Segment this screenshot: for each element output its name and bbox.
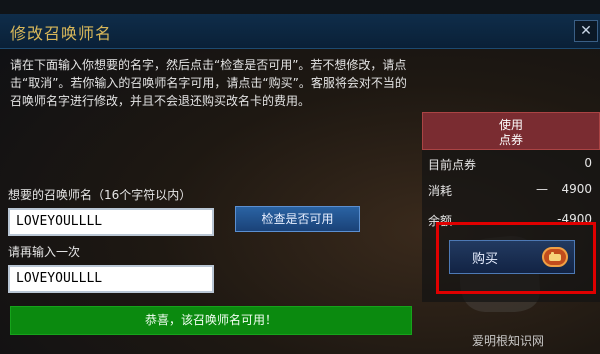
row-value: 4900 — [561, 182, 592, 196]
header-line-2: 点券 — [498, 133, 523, 147]
row-label: 目前点券 — [428, 158, 477, 172]
minus-sign: — — [536, 182, 548, 196]
price-panel-header: 使用 点券 — [422, 112, 600, 150]
close-button[interactable]: ✕ — [574, 20, 598, 42]
close-icon: ✕ — [580, 23, 592, 39]
repeat-name-input[interactable]: LOVEYOULLLL — [8, 265, 214, 293]
repeat-label: 请再输入一次 — [8, 245, 81, 259]
name-input[interactable]: LOVEYOULLLL — [8, 208, 214, 236]
top-strip — [0, 0, 600, 14]
buy-button[interactable]: 购买 — [449, 240, 575, 274]
success-message: 恭喜，该召唤师名可用！ — [10, 306, 412, 335]
buy-label: 购买 — [472, 252, 499, 267]
fist-coin-icon — [542, 247, 568, 267]
cost-row: 消耗 — 4900 — [428, 182, 592, 202]
instructions-text: 请在下面输入你想要的名字，然后点击“检查是否可用”。若不想修改，请点击“取消”。… — [10, 58, 407, 108]
current-points-row: 目前点券 0 — [428, 156, 592, 176]
dialog-title: 修改召唤师名 — [10, 24, 113, 43]
row-label: 消耗 — [428, 184, 453, 198]
name-label: 想要的召唤师名（16个字符以内） — [8, 188, 192, 202]
rename-dialog: 修改召唤师名 ✕ 请在下面输入你想要的名字，然后点击“检查是否可用”。若不想修改… — [0, 0, 600, 354]
row-value: 0 — [584, 156, 592, 170]
check-availability-button[interactable]: 检查是否可用 — [235, 206, 360, 232]
watermark: 爱明根知识网 — [472, 334, 545, 348]
